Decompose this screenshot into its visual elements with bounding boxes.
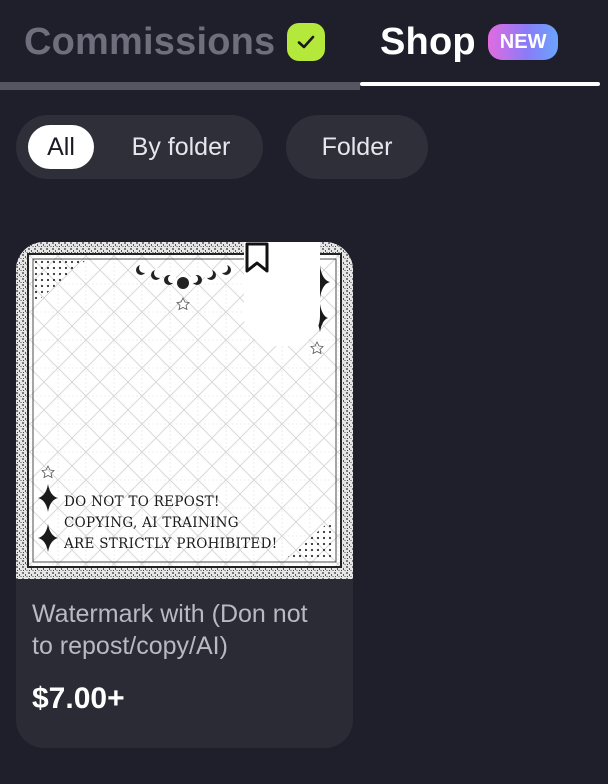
product-image[interactable]: Do not to repost! copying, AI training a… [16, 242, 353, 579]
tab-bar: Commissions Shop NEW [0, 0, 608, 90]
tab-shop-label: Shop [380, 20, 476, 63]
tab-commissions-label: Commissions [24, 20, 276, 63]
folder-button[interactable]: Folder [286, 115, 428, 179]
bookmark-button[interactable] [244, 242, 320, 346]
notice-line-1: Do not to repost! [64, 494, 220, 510]
filter-toggle-group: All By folder [16, 115, 263, 179]
tab-commissions[interactable]: Commissions [24, 0, 326, 84]
tab-track-active [360, 82, 600, 90]
bookmark-icon [245, 242, 269, 273]
check-icon [287, 23, 326, 61]
notice-line-2: copying, AI training [64, 515, 239, 531]
product-title[interactable]: Watermark with (Don not to repost/copy/A… [32, 598, 332, 662]
product-price: $7.00+ [32, 682, 125, 715]
filter-all-button[interactable]: All [28, 125, 94, 169]
watermark-notice-text: Do not to repost! copying, AI training a… [64, 492, 277, 555]
active-tab-indicator [360, 82, 600, 86]
notice-line-3: are strictly prohibited! [64, 536, 278, 552]
new-badge: NEW [487, 24, 559, 60]
product-card[interactable]: Do not to repost! copying, AI training a… [16, 242, 353, 748]
tab-indicator-track [0, 82, 600, 90]
tab-track-inactive [0, 82, 360, 90]
filter-by-folder-button[interactable]: By folder [116, 125, 246, 169]
tab-shop[interactable]: Shop NEW [380, 0, 559, 84]
